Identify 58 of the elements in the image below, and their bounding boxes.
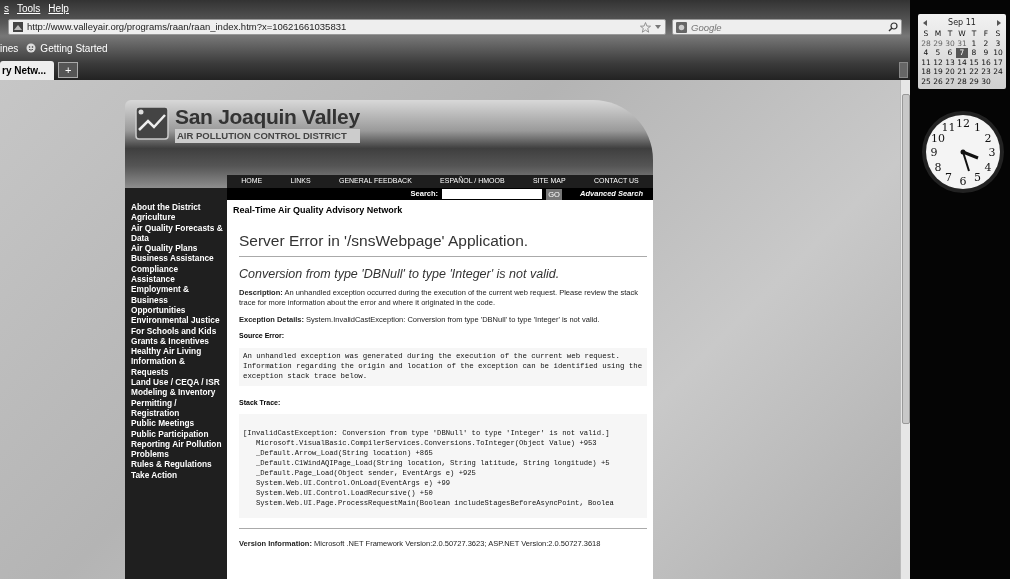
sidebar-link[interactable]: Information & Requests (131, 356, 223, 378)
sidebar-link[interactable]: Business Assistance (131, 253, 223, 264)
sidebar-link[interactable]: Reporting Air Pollution Problems (131, 438, 223, 460)
clock-numeral: 7 (945, 171, 952, 185)
sidebar-link[interactable]: Public Meetings (131, 418, 223, 429)
clock-numeral: 8 (934, 160, 942, 174)
clock-numeral: 11 (941, 120, 956, 134)
site-subtitle: AIR POLLUTION CONTROL DISTRICT (175, 129, 360, 144)
clock-numeral: 4 (984, 160, 992, 174)
sidebar-link[interactable]: Public Participation (131, 428, 223, 439)
search-icon[interactable] (888, 22, 898, 32)
site-title: San Joaquin Valley (175, 106, 360, 127)
sidebar-link[interactable]: Air Quality Plans (131, 243, 223, 254)
bookmark[interactable]: ines (0, 40, 19, 56)
sidebar-link[interactable]: Rules & Regulations (131, 459, 223, 470)
sidebar-link[interactable]: Air Quality Forecasts & Data (131, 222, 223, 244)
sidebar-link[interactable]: Compliance Assistance (131, 263, 223, 285)
menu-item[interactable]: Tools (17, 0, 41, 16)
clock-numeral: 9 (930, 146, 938, 159)
next-month-icon[interactable] (997, 20, 1001, 26)
scrollbar[interactable] (900, 80, 910, 579)
page-title: Real-Time Air Quality Advisory Network (233, 204, 404, 217)
star-icon[interactable] (640, 21, 651, 33)
menu-item[interactable]: s (4, 0, 9, 16)
previous-month-icon[interactable] (923, 20, 927, 26)
clock-numeral: 3 (988, 146, 996, 159)
bookmark[interactable]: Getting Started (26, 40, 108, 56)
search-field[interactable]: Google (672, 19, 902, 35)
logo-icon (135, 106, 169, 140)
clock-numeral: 2 (984, 131, 992, 145)
clock-numeral: 6 (959, 175, 967, 188)
clock-numeral: 5 (974, 171, 981, 185)
sidebar-link[interactable]: Modeling & Inventory (131, 387, 223, 398)
dropdown-icon[interactable] (655, 25, 661, 29)
menu-item[interactable]: Help (48, 0, 69, 16)
calendar-month: Sep 11 (948, 17, 976, 29)
sidebar-link[interactable]: Land Use / CEQA / ISR (131, 377, 223, 388)
sidebar-link[interactable]: For Schools and Kids (131, 325, 223, 336)
error-message: Conversion from type 'DBNull' to type 'Integer' is not valid. (239, 267, 561, 283)
sidebar-link[interactable]: Agriculture (131, 212, 223, 223)
sidebar-link[interactable]: Grants & Incentives (131, 335, 223, 347)
error-heading: Server Error in '/snsWebpage' Application. (239, 231, 530, 251)
sidebar-link[interactable]: Permitting / Registration (131, 397, 223, 419)
clock-numeral: 12 (956, 117, 970, 130)
sidebar-link[interactable]: Employment & Business Opportunities (131, 284, 223, 316)
sidebar-link[interactable]: Take Action (131, 469, 223, 480)
new-tab-button[interactable]: + (58, 62, 79, 78)
sidebar-link[interactable]: Environmental Justice (131, 315, 223, 326)
page-icon (13, 22, 23, 32)
browser-tab[interactable]: ry Netw... (0, 61, 55, 80)
sidebar-link[interactable]: About the District (131, 202, 223, 213)
clock-numeral: 10 (930, 131, 945, 145)
address-bar[interactable]: http://www.valleyair.org/programs/raan/raan_index.htm?x=10621661035831 (8, 19, 666, 35)
clock-numeral: 1 (974, 120, 981, 134)
sidebar-link[interactable]: Healthy Air Living (131, 346, 223, 357)
site-search-field[interactable] (442, 189, 543, 199)
url-text: http://www.valleyair.org/programs/raan/raan_index.htm?x=10621661035831 (27, 19, 348, 34)
search-engine-icon (676, 22, 687, 33)
